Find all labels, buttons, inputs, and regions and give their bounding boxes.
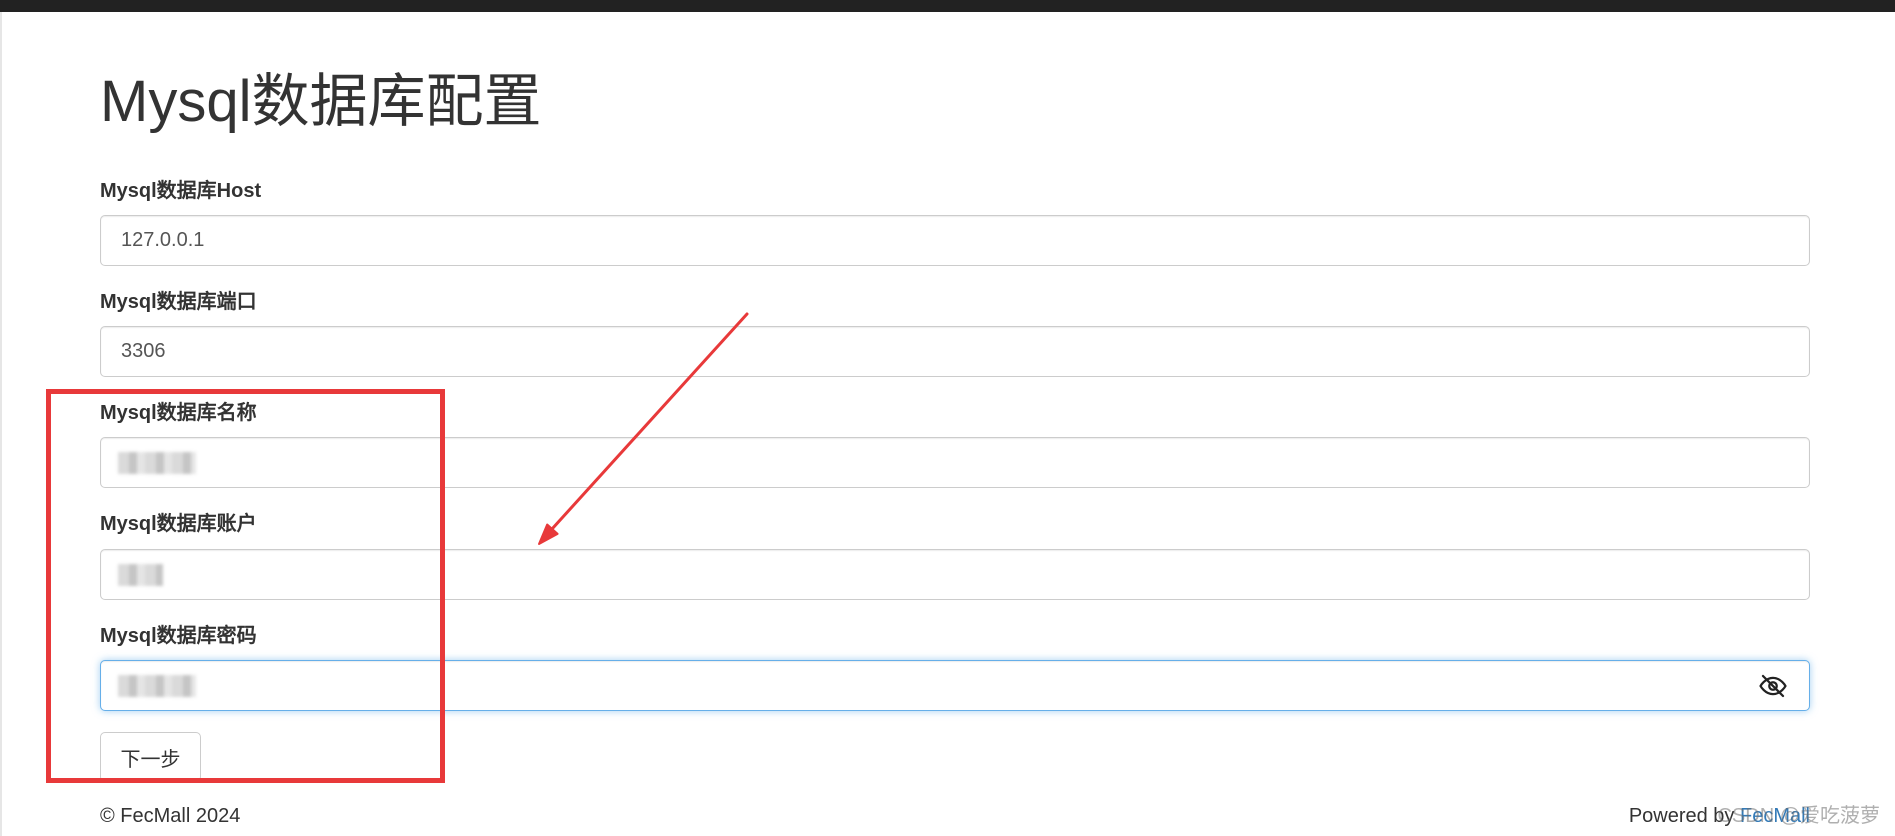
- database-name-label: Mysql数据库名称: [100, 402, 257, 424]
- host-field: [100, 215, 1810, 266]
- database-password-label: Mysql数据库密码: [100, 625, 257, 647]
- port-label: Mysql数据库端口: [100, 291, 257, 313]
- footer-copyright: © FecMall 2024: [100, 805, 241, 827]
- database-user-input[interactable]: [100, 549, 1810, 600]
- database-password-field: [100, 660, 1810, 711]
- database-user-field: [100, 549, 1810, 600]
- database-password-input[interactable]: [100, 660, 1810, 711]
- fecmall-link[interactable]: FecMall: [1740, 805, 1810, 827]
- page-title: Mysql数据库配置: [100, 69, 542, 134]
- eye-slash-icon[interactable]: [1758, 671, 1788, 701]
- database-name-input[interactable]: [100, 437, 1810, 488]
- port-input[interactable]: [100, 326, 1810, 377]
- host-label: Mysql数据库Host: [100, 180, 262, 202]
- database-user-label: Mysql数据库账户: [100, 513, 257, 535]
- host-input[interactable]: [100, 215, 1810, 266]
- database-name-field: [100, 437, 1810, 488]
- footer-powered-by: Powered by FecMall: [1629, 804, 1810, 828]
- powered-by-text: Powered by: [1628, 805, 1740, 827]
- next-step-button[interactable]: 下一步: [100, 732, 201, 782]
- port-field: [100, 326, 1810, 377]
- top-navbar: [0, 0, 1895, 12]
- window-left-edge: [0, 12, 2, 836]
